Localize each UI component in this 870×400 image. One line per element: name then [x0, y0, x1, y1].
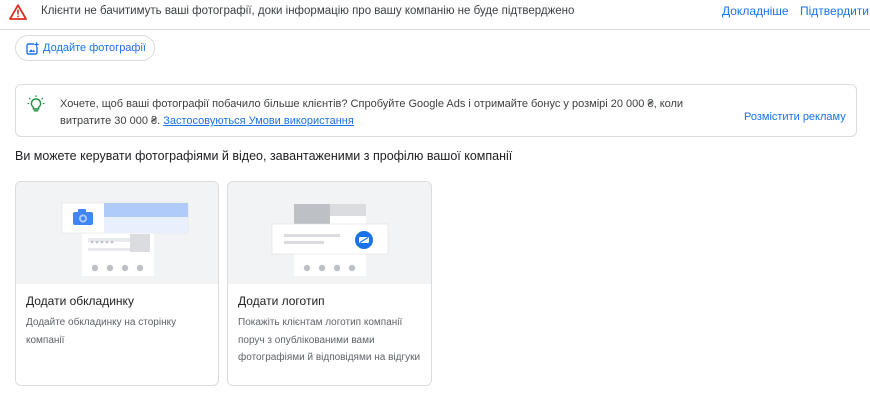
promo-text-block: Хочете, щоб ваші фотографії побачило біл… [60, 96, 730, 130]
logo-illustration-graphic [271, 204, 389, 276]
banner-message: Клієнти не бачитимуть ваші фотографії, д… [41, 5, 575, 17]
card-title: Додати логотип [238, 294, 325, 308]
section-title: Ви можете керувати фотографіями й відео,… [15, 149, 513, 163]
add-photos-button[interactable]: Додайте фотографії [15, 35, 155, 61]
cover-illustration [16, 182, 218, 284]
logo-illustration [228, 182, 431, 284]
camera-icon [73, 209, 93, 225]
add-logo-card[interactable]: Додати логотип Покажіть клієнтам логотип… [227, 181, 432, 386]
verification-banner: Клієнти не бачитимуть ваші фотографії, д… [0, 0, 870, 30]
add-cover-card[interactable]: Додати обкладинку Додайте обкладинку на … [15, 181, 219, 386]
cover-illustration-graphic [61, 202, 189, 276]
verify-link[interactable]: Підтвердити [800, 4, 869, 18]
promo-text: Хочете, щоб ваші фотографії побачило біл… [60, 98, 684, 127]
place-ad-button[interactable]: Розмістити рекламу [744, 111, 846, 123]
card-description: Додайте обкладинку на сторінку компанії [26, 317, 177, 346]
warning-triangle-icon [9, 4, 27, 20]
logo-badge-icon [355, 231, 373, 249]
card-title: Додати обкладинку [26, 294, 134, 308]
ads-promo-box: Хочете, щоб ваші фотографії побачило біл… [15, 84, 857, 137]
card-description: Покажіть клієнтам логотип компанії поруч… [238, 317, 421, 363]
lightbulb-icon [27, 95, 45, 112]
add-photos-label: Додайте фотографії [43, 42, 146, 54]
learn-more-link[interactable]: Докладніше [722, 4, 789, 18]
add-photo-icon [26, 42, 39, 55]
terms-link[interactable]: Застосовуються Умови використання [163, 115, 354, 127]
